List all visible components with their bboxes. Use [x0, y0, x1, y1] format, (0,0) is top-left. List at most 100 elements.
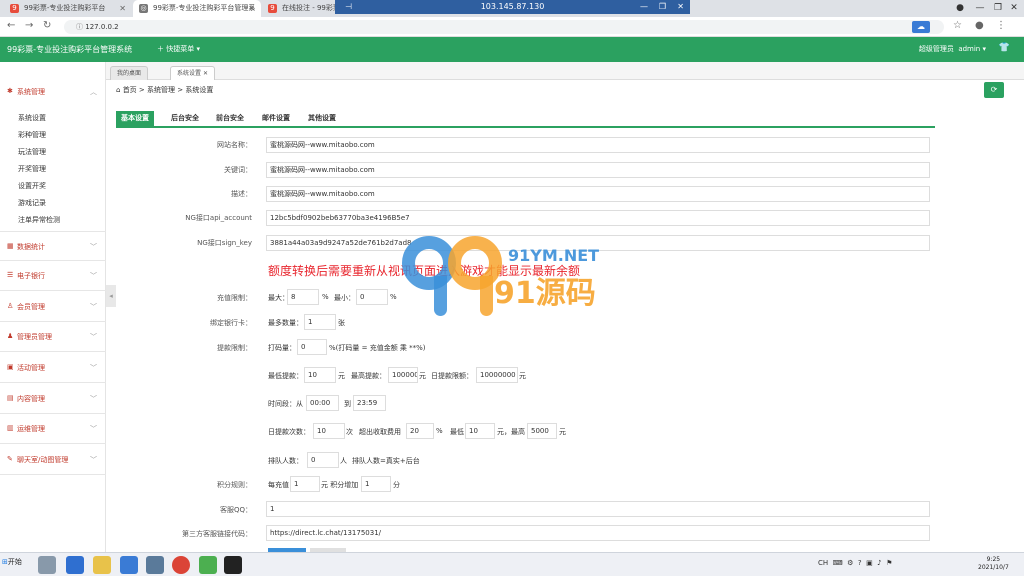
close-tab-icon[interactable]: ✕ [119, 0, 126, 17]
flag-icon[interactable]: ⚑ [886, 559, 892, 567]
time-from-input[interactable]: 00:00 [306, 395, 339, 411]
settings-icon[interactable]: ⚙ [847, 559, 853, 567]
tab-mail-settings[interactable]: 邮件设置 [257, 111, 295, 126]
cloud-extension-icon[interactable]: ☁ [912, 21, 930, 33]
sidebar-item-play-types[interactable]: 玩法管理 [18, 144, 46, 161]
computer-icon[interactable] [38, 556, 56, 574]
keyboard-icon[interactable]: ⌨ [833, 559, 843, 567]
cs-code-field[interactable]: https://direct.lc.chat/13175031/ [266, 525, 930, 541]
close-tab-icon[interactable]: ✕ [248, 0, 255, 17]
sidebar-item-game-records[interactable]: 游戏记录 [18, 195, 46, 212]
tab-basic-settings[interactable]: 基本设置 [116, 111, 154, 126]
site-name-field[interactable]: 蜜桃源码网--www.mitaobo.com [266, 137, 930, 153]
tab-label: 99彩票-专业投注购彩平台管理系 [153, 4, 256, 12]
pin-icon[interactable]: ⊣ [345, 0, 352, 14]
browser-tab-2[interactable]: ◎ 99彩票-专业投注购彩平台管理系 ✕ [133, 0, 261, 17]
chevron-down-icon: ﹀ [90, 456, 97, 464]
description-field[interactable]: 蜜桃源码网--www.mitaobo.com [266, 186, 930, 202]
minimize-icon[interactable]: — [640, 0, 648, 14]
sidebar-group-content[interactable]: ▤ 内容管理 ﹀ [0, 384, 106, 414]
bind-card-count-input[interactable]: 1 [304, 314, 336, 330]
bet-amount-input[interactable]: 0 [297, 339, 327, 355]
min-withdraw-input[interactable]: 10 [304, 367, 336, 383]
chevron-down-icon: ﹀ [90, 303, 97, 311]
folder-icon[interactable] [93, 556, 111, 574]
sidebar-group-activities[interactable]: ▣ 活动管理 ﹀ [0, 353, 106, 383]
sidebar-group-chat[interactable]: ✎ 聊天室/动图管理 ﹀ [0, 445, 106, 475]
menu-kebab-icon[interactable]: ⋮ [996, 20, 1006, 31]
max-withdraw-input[interactable]: 1000000 [388, 367, 418, 383]
max-fee-input[interactable]: 5000 [527, 423, 557, 439]
remote-desktop-icon[interactable] [146, 556, 164, 574]
terminal-icon[interactable] [224, 556, 242, 574]
sidebar-item-system-settings[interactable]: 系统设置 [18, 110, 46, 127]
tab-frontend-security[interactable]: 前台安全 [211, 111, 249, 126]
ng-account-label: NG接口api_account [185, 214, 252, 222]
tab-my-desktop[interactable]: 我的桌面 [110, 66, 149, 80]
chrome-icon[interactable] [172, 556, 190, 574]
back-icon[interactable]: ← [7, 20, 15, 31]
chevron-down-icon: ﹀ [90, 425, 97, 433]
sidebar-group-admins[interactable]: ♟ 管理员管理 ﹀ [0, 322, 106, 352]
start-button[interactable]: ⊞开始 [2, 557, 22, 567]
url-field[interactable]: ⓘ 127.0.0.2 [64, 20, 944, 34]
quick-menu-button[interactable]: ＋ 快捷菜单 ▾ [157, 37, 200, 62]
bet-amount-label: 打码量： [268, 344, 296, 352]
site-name-label: 网站名称： [217, 141, 252, 149]
queue-count-input[interactable]: 0 [307, 452, 339, 468]
sidebar-item-bet-anomaly[interactable]: 注单异常检测 [18, 212, 60, 229]
profile-icon[interactable]: ● [975, 20, 984, 31]
forward-icon[interactable]: → [25, 20, 33, 31]
remote-ip: 103.145.87.130 [480, 2, 545, 11]
sidebar-item-set-draw[interactable]: 设置开奖 [18, 178, 46, 195]
help-icon[interactable]: ? [858, 559, 862, 567]
tab-other-settings[interactable]: 其他设置 [303, 111, 341, 126]
sidebar-group-ops[interactable]: ▥ 运维管理 ﹀ [0, 414, 106, 444]
network-icon[interactable]: ▣ [866, 559, 873, 567]
editor-icon[interactable] [199, 556, 217, 574]
over-fee-input[interactable]: 20 [406, 423, 434, 439]
watermark-domain: 91YM.NET [508, 246, 600, 265]
qq-field[interactable]: 1 [266, 501, 930, 517]
tab-backend-security[interactable]: 后台安全 [166, 111, 204, 126]
breadcrumb-home[interactable]: 首页 [123, 86, 137, 94]
sidebar-item-draw-mgmt[interactable]: 开奖管理 [18, 161, 46, 178]
star-icon[interactable]: ☆ [953, 20, 962, 31]
sidebar-group-system[interactable]: ✱ 系统管理 ︿ [0, 77, 106, 107]
sidebar-group-ebank[interactable]: ☰ 电子银行 ﹀ [0, 261, 106, 291]
chevron-down-icon: ﹀ [90, 333, 97, 341]
breadcrumb-page: 系统设置 [185, 86, 214, 94]
min-fee-input[interactable]: 10 [465, 423, 495, 439]
keywords-field[interactable]: 蜜桃源码网--www.mitaobo.com [266, 162, 930, 178]
sidebar-item-lottery-types[interactable]: 彩种管理 [18, 127, 46, 144]
close-icon[interactable]: ✕ [677, 0, 684, 14]
points-add-input[interactable]: 1 [361, 476, 391, 492]
powershell-icon[interactable] [66, 556, 84, 574]
points-per-input[interactable]: 1 [290, 476, 320, 492]
daily-limit-input[interactable]: 10000000 [476, 367, 518, 383]
skin-icon[interactable]: 👕 [999, 43, 1010, 53]
language-indicator[interactable]: CH [818, 559, 828, 567]
time-to-input[interactable]: 23:59 [353, 395, 386, 411]
daily-count-input[interactable]: 10 [313, 423, 345, 439]
cloud-drive-icon[interactable] [120, 556, 138, 574]
refresh-button[interactable]: ⟳ [984, 82, 1004, 98]
recharge-min-input[interactable]: 0 [356, 289, 388, 305]
clock[interactable]: 9:25 2021/10/7 [978, 556, 1009, 572]
recharge-max-input[interactable]: 8 [287, 289, 319, 305]
sidebar-group-members[interactable]: ♙ 会员管理 ﹀ [0, 292, 106, 322]
ng-account-field[interactable]: 12bc5bdf0902beb63770ba3e4196B5e7 [266, 210, 930, 226]
tab-system-settings[interactable]: 系统设置 ✕ [170, 66, 215, 80]
reload-icon[interactable]: ↻ [43, 20, 51, 31]
close-tab-icon[interactable]: ✕ [203, 70, 208, 77]
minimize-window-icon[interactable]: — [970, 0, 990, 17]
restore-icon[interactable]: ❐ [659, 0, 666, 14]
breadcrumb-section[interactable]: 系统管理 [147, 86, 175, 94]
admin-icon: ♟ [7, 332, 14, 340]
sidebar-group-stats[interactable]: ▦ 数据统计 ﹀ [0, 231, 106, 261]
admin-menu[interactable]: 超级管理员 admin ▾ [919, 37, 986, 62]
close-window-icon[interactable]: ✕ [1004, 0, 1024, 17]
account-circle-icon[interactable]: ● [950, 0, 970, 17]
browser-tab-1[interactable]: 9 99彩票-专业投注购彩平台 ✕ [4, 0, 132, 17]
volume-icon[interactable]: ♪ [877, 559, 881, 567]
